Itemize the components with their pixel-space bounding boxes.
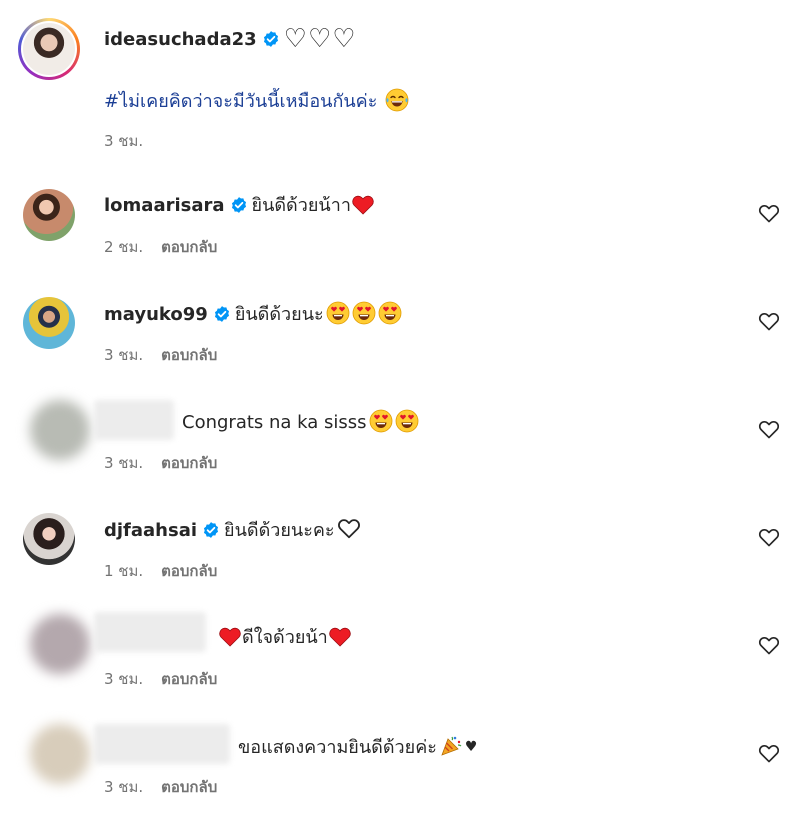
caption-meta: 3 ชม. — [104, 129, 143, 153]
party-popper-emoji-icon — [439, 734, 463, 758]
author-avatar-photo — [23, 23, 75, 75]
username-blurred — [94, 724, 230, 764]
red-heart-emoji-icon — [328, 625, 352, 647]
username-blurred — [94, 612, 206, 652]
comment-text: ขอแสดงความยินดีด้วยค่ะ — [238, 737, 437, 758]
avatar[interactable] — [23, 297, 75, 349]
comment-body: lomaarisara ยินดีด้วยน้าา — [104, 193, 375, 218]
tears-of-joy-emoji-icon — [385, 88, 409, 112]
comment-meta: 3 ชม. ตอบกลับ — [104, 451, 217, 475]
comment-time: 3 ชม. — [104, 778, 144, 796]
comment-item: ดีใจด้วยน้า 3 ชม. ตอบกลับ — [0, 612, 800, 712]
avatar-blurred[interactable] — [30, 400, 90, 460]
reply-button[interactable]: ตอบกลับ — [161, 346, 217, 364]
caption-text: #ไม่เคยคิดว่าจะมีวันนี้เหมือนกันค่ะ — [104, 88, 409, 114]
verified-badge-icon — [230, 196, 248, 214]
comment-text: Congrats na ka sisss — [182, 412, 367, 433]
comment-body: djfaahsai ยินดีด้วยนะคะ — [104, 517, 361, 543]
caption-hashtag[interactable]: #ไม่เคยคิดว่าจะมีวันนี้เหมือนกันค่ะ — [104, 91, 377, 112]
comment-item: Congrats na ka sisss 3 ชม. ตอบกลับ — [0, 396, 800, 496]
comment-username[interactable]: lomaarisara — [104, 195, 225, 216]
caption-username[interactable]: ideasuchada23 — [104, 29, 257, 50]
red-heart-emoji-icon — [351, 193, 375, 215]
comment-meta: 2 ชม. ตอบกลับ — [104, 235, 217, 259]
reply-button[interactable]: ตอบกลับ — [161, 238, 217, 256]
comment-body: ขอแสดงความยินดีด้วยค่ะ ♥ — [238, 734, 477, 760]
verified-badge-icon — [213, 305, 231, 323]
red-heart-emoji-icon — [218, 625, 242, 647]
heart-outline-icon[interactable] — [758, 202, 780, 224]
heart-eyes-emoji-icon — [369, 409, 393, 433]
small-heart-icon: ♥ — [464, 739, 478, 755]
reply-button[interactable]: ตอบกลับ — [161, 562, 217, 580]
heart-outline-icon[interactable] — [758, 526, 780, 548]
username-blurred — [94, 400, 174, 440]
caption-hearts: ♡♡♡ — [283, 24, 357, 54]
comment-body: Congrats na ka sisss — [182, 409, 419, 435]
comment-body: mayuko99 ยินดีด้วยนะ — [104, 301, 402, 327]
heart-outline-icon[interactable] — [758, 742, 780, 764]
comment-text: ยินดีด้วยนะคะ — [224, 520, 335, 541]
heart-outline-icon[interactable] — [758, 634, 780, 656]
heart-eyes-emoji-icon — [395, 409, 419, 433]
reply-button[interactable]: ตอบกลับ — [161, 778, 217, 796]
comment-username[interactable]: mayuko99 — [104, 304, 208, 325]
comment-body: ดีใจด้วยน้า — [218, 625, 352, 650]
comment-text: ยินดีด้วยนะ — [234, 304, 324, 325]
caption-header: ideasuchada23 ♡♡♡ — [104, 24, 357, 54]
avatar[interactable] — [23, 189, 75, 241]
white-heart-emoji-icon — [337, 517, 361, 539]
comment-item: djfaahsai ยินดีด้วยนะคะ 1 ชม. ตอบกลับ — [0, 504, 800, 604]
avatar-blurred[interactable] — [30, 614, 90, 674]
comment-text: ดีใจด้วยน้า — [242, 627, 328, 648]
author-avatar[interactable] — [18, 18, 80, 80]
reply-button[interactable]: ตอบกลับ — [161, 454, 217, 472]
avatar[interactable] — [23, 513, 75, 565]
comment-text: ยินดีด้วยน้าา — [251, 195, 351, 216]
heart-eyes-emoji-icon — [352, 301, 376, 325]
comment-time: 3 ชม. — [104, 454, 144, 472]
comment-item: mayuko99 ยินดีด้วยนะ 3 ชม. ตอบกลับ — [0, 288, 800, 388]
heart-outline-icon[interactable] — [758, 418, 780, 440]
heart-eyes-emoji-icon — [326, 301, 350, 325]
heart-outline-icon[interactable] — [758, 310, 780, 332]
comment-item: ขอแสดงความยินดีด้วยค่ะ ♥ 3 ชม. ตอบกลับ — [0, 720, 800, 818]
verified-badge-icon — [262, 30, 280, 48]
comment-meta: 3 ชม. ตอบกลับ — [104, 775, 217, 799]
caption-block: ideasuchada23 ♡♡♡ #ไม่เคยคิดว่าจะมีวันนี้… — [0, 0, 800, 160]
heart-eyes-emoji-icon — [378, 301, 402, 325]
comment-username[interactable]: djfaahsai — [104, 520, 197, 541]
comment-time: 2 ชม. — [104, 238, 144, 256]
comment-time: 3 ชม. — [104, 670, 144, 688]
verified-badge-icon — [202, 521, 220, 539]
comment-meta: 1 ชม. ตอบกลับ — [104, 559, 217, 583]
comment-item: lomaarisara ยินดีด้วยน้าา 2 ชม. ตอบกลับ — [0, 180, 800, 280]
reply-button[interactable]: ตอบกลับ — [161, 670, 217, 688]
comment-time: 3 ชม. — [104, 346, 144, 364]
caption-time: 3 ชม. — [104, 132, 144, 150]
comment-time: 1 ชม. — [104, 562, 144, 580]
comment-meta: 3 ชม. ตอบกลับ — [104, 343, 217, 367]
comment-meta: 3 ชม. ตอบกลับ — [104, 667, 217, 691]
avatar-blurred[interactable] — [30, 724, 90, 784]
